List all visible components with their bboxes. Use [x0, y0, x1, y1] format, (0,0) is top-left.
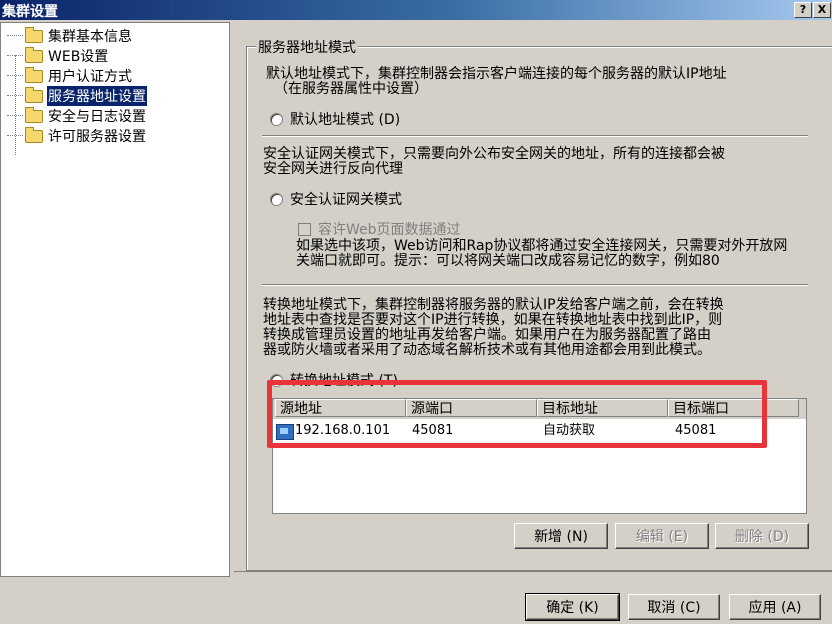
title-bar: 集群设置 ? X — [0, 0, 832, 20]
default-mode-radio[interactable]: 默认地址模式 (D) — [270, 109, 400, 129]
help-button[interactable]: ? — [794, 2, 812, 18]
default-mode-label: 默认地址模式 (D) — [290, 112, 401, 128]
ok-button[interactable]: 确定 (K) — [525, 593, 620, 621]
folder-icon — [25, 106, 43, 123]
tree-item-web[interactable]: WEB设置 — [7, 46, 109, 66]
folder-icon — [25, 26, 43, 43]
tree-item-security-log[interactable]: 安全与日志设置 — [7, 106, 147, 126]
tree-item-label: 服务器地址设置 — [47, 86, 147, 106]
separator — [262, 284, 808, 286]
folder-open-icon — [25, 86, 43, 103]
checkbox-icon — [298, 222, 311, 236]
tree-item-cluster-info[interactable]: 集群基本信息 — [7, 26, 133, 46]
folder-icon — [25, 126, 43, 143]
gateway-mode-radio[interactable]: 安全认证网关模式 — [270, 189, 402, 209]
gateway-mode-description: 安全认证网关模式下，只需要向外公布安全网关的地址，所有的连接都会被 安全网关进行… — [263, 146, 725, 177]
tree-item-label: 集群基本信息 — [48, 29, 132, 45]
tree-item-label: 安全与日志设置 — [48, 109, 146, 125]
folder-icon — [25, 46, 43, 63]
close-button[interactable]: X — [813, 2, 831, 18]
translate-mode-description: 转换地址模式下，集群控制器将服务器的默认IP发给客户端之前，会在转换 地址表中查… — [263, 297, 724, 358]
tree-item-label: 许可服务器设置 — [48, 129, 146, 145]
separator — [262, 135, 808, 137]
settings-tree: 集群基本信息 WEB设置 用户认证方式 服务器地址设置 安全与日志设置 许可服务… — [0, 22, 230, 577]
separator — [234, 571, 832, 572]
tree-item-license-server[interactable]: 许可服务器设置 — [7, 126, 147, 146]
apply-button[interactable]: 应用 (A) — [729, 594, 821, 620]
tree-item-server-address[interactable]: 服务器地址设置 — [7, 86, 147, 106]
radio-icon — [270, 192, 283, 206]
window-title: 集群设置 — [2, 4, 58, 20]
default-mode-description: 默认地址模式下，集群控制器会指示客户端连接的每个服务器的默认IP地址 （在服务器… — [266, 66, 727, 97]
tree-item-auth[interactable]: 用户认证方式 — [7, 66, 133, 86]
tree-item-label: 用户认证方式 — [48, 69, 132, 85]
tree-item-label: WEB设置 — [48, 49, 109, 65]
group-title: 服务器地址模式 — [256, 37, 358, 57]
cancel-button[interactable]: 取消 (C) — [628, 594, 720, 620]
allow-web-checkbox[interactable]: 容许Web页面数据通过 — [298, 219, 461, 239]
add-button[interactable]: 新增 (N) — [514, 523, 608, 549]
allow-web-label: 容许Web页面数据通过 — [318, 222, 461, 238]
web-description: 如果选中该项，Web访问和Rap协议都将通过安全连接网关，只需要对外开放网 关端… — [296, 238, 788, 269]
gateway-mode-label: 安全认证网关模式 — [290, 192, 402, 208]
folder-icon — [25, 66, 43, 83]
highlight-box — [267, 380, 767, 448]
edit-button[interactable]: 编辑 (E) — [615, 523, 709, 549]
radio-icon — [270, 112, 283, 126]
delete-button[interactable]: 删除 (D) — [715, 523, 809, 549]
